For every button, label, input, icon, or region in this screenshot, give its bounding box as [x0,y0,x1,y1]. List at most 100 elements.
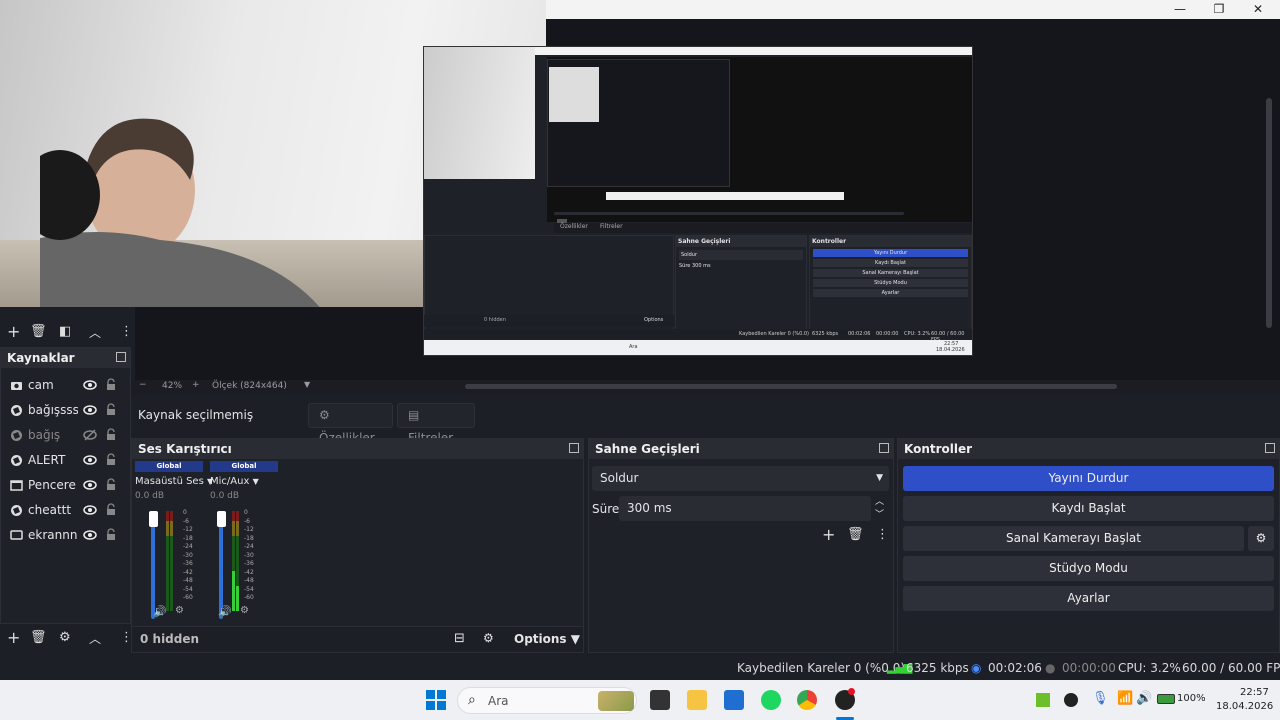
hidden-count: 0 hidden [140,632,200,646]
undock-icon[interactable] [569,443,579,453]
eye-icon[interactable] [83,504,97,516]
eye-icon[interactable] [83,404,97,416]
minimize-button[interactable]: — [1161,0,1199,19]
taskview-icon[interactable] [650,690,670,710]
lock-icon[interactable] [106,453,116,466]
volume-knob[interactable] [217,511,226,527]
eye-hidden-icon[interactable] [83,429,97,441]
close-button[interactable]: ✕ [1239,0,1277,19]
scenes-toolbar: + 🗑 ◧ ︿ ⋮ [0,320,133,345]
undock-icon[interactable] [116,352,126,362]
file-explorer-icon[interactable] [687,690,707,710]
volume-knob[interactable] [149,511,158,527]
undock-icon[interactable] [879,443,889,453]
obs-tray-icon[interactable] [1064,693,1078,707]
zoom-in-button[interactable]: + [192,380,200,390]
properties-button[interactable]: ⚙ Özellikler [308,403,393,445]
source-label: cheattt [28,503,72,517]
source-item-bagis2[interactable]: bağış [1,423,132,448]
channel-db: 0.0 dB [135,491,165,501]
lock-icon[interactable] [106,378,116,391]
lock-icon[interactable] [106,428,116,441]
sources-dock: Kaynaklar cam bağışsssss bağış ALERT Pen… [0,347,131,624]
eye-icon[interactable] [83,479,97,491]
spin-up-icon[interactable]: ︿ [875,494,884,507]
zoom-percent: 42% [162,381,183,391]
battery-icon[interactable] [1157,694,1175,704]
speaker-icon[interactable]: 🔊 [153,605,167,618]
remove-scene-icon[interactable]: 🗑 [30,324,47,340]
mixer-options-button[interactable]: Options ▼ [514,632,580,646]
clock-date[interactable]: 18.04.2026 [1216,701,1273,712]
stop-stream-button[interactable]: Yayını Durdur [903,466,1274,491]
source-item-cheattt[interactable]: cheattt [1,498,132,523]
lock-icon[interactable] [106,403,116,416]
windows-start-icon[interactable] [426,690,446,710]
source-item-bagis1[interactable]: bağışsssss [1,398,132,423]
spin-down-icon[interactable]: ﹀ [875,507,884,520]
scale-dropdown-icon[interactable]: ▼ [304,380,310,389]
volume-slider[interactable] [151,519,155,619]
clock-time[interactable]: 22:57 [1240,687,1269,698]
speaker-icon[interactable]: 🔊 [218,605,232,618]
nvidia-icon[interactable] [1036,693,1050,707]
lock-icon[interactable] [106,528,116,541]
channel-settings-icon[interactable]: ⚙ [175,605,184,616]
channel-db: 0.0 dB [210,491,240,501]
taskbar-search[interactable]: ⌕ Ara [457,687,637,714]
channel-global: Global [210,461,278,472]
source-item-alert[interactable]: ALERT [1,448,132,473]
transition-more-icon[interactable]: ⋮ [876,527,889,543]
virtualcam-settings-button[interactable]: ⚙ [1248,526,1274,551]
preview-hscroll[interactable] [465,384,1117,389]
monitor-icon [10,530,23,540]
eye-icon[interactable] [83,454,97,466]
move-up-icon[interactable]: ︿ [89,325,101,341]
wifi-icon[interactable]: 📶 [1117,691,1133,706]
mixer-advanced-icon[interactable]: ⚙ [483,631,494,645]
remove-transition-icon[interactable]: 🗑 [847,527,864,543]
meter-scale: 0 -6 -12 -18 -24 -30 -36 -42 -48 -54 -60 [183,509,193,601]
eye-icon[interactable] [83,529,97,541]
nested-ctrl-3: Stüdyo Modu [813,279,968,287]
channel-name[interactable]: Mic/Aux ▼ [210,476,278,487]
remove-source-icon[interactable]: 🗑 [30,630,47,646]
microphone-icon[interactable]: 🎙 [1092,691,1109,706]
filters-button[interactable]: ▤ Filtreler [397,403,475,445]
studio-mode-button[interactable]: Stüdyo Modu [903,556,1274,581]
transition-select[interactable]: Soldur ▼ [592,466,889,491]
more-icon[interactable]: ⋮ [120,324,133,340]
source-settings-icon[interactable]: ⚙ [59,630,71,646]
preview-vscroll[interactable] [1266,98,1272,328]
stream-icon: ◉ [971,661,982,675]
settings-button[interactable]: Ayarlar [903,586,1274,611]
scene-filters-icon[interactable]: ◧ [59,324,71,340]
add-source-icon[interactable]: + [7,630,20,646]
maximize-button[interactable]: ❐ [1200,0,1238,19]
channel-settings-icon[interactable]: ⚙ [240,605,249,616]
zoom-out-button[interactable]: − [139,380,147,390]
undock-icon[interactable] [1265,443,1275,453]
source-up-icon[interactable]: ︿ [89,631,101,647]
volume-slider[interactable] [219,519,223,619]
store-icon[interactable] [724,690,744,710]
add-transition-icon[interactable]: + [822,527,835,543]
add-scene-icon[interactable]: + [7,324,20,340]
duration-input[interactable]: 300 ms [619,496,871,521]
nested-hidden: 0 hidden [484,317,506,323]
source-item-cam[interactable]: cam [1,373,132,398]
lock-icon[interactable] [106,503,116,516]
duration-label: Süre [592,502,620,516]
start-record-button[interactable]: Kaydı Başlat [903,496,1274,521]
lock-icon[interactable] [106,478,116,491]
start-virtualcam-button[interactable]: Sanal Kamerayı Başlat [903,526,1244,551]
eye-icon[interactable] [83,379,97,391]
stream-time: 00:02:06 [988,661,1042,675]
chrome-icon[interactable] [797,690,817,710]
volume-icon[interactable]: 🔊 [1136,691,1152,706]
channel-name[interactable]: Masaüstü Ses ▼ [135,476,213,487]
spotify-icon[interactable] [761,690,781,710]
source-item-window[interactable]: Pencere Y [1,473,132,498]
mixer-layout-icon[interactable]: ⊟ [454,631,465,646]
source-item-ekran[interactable]: ekrannnn [1,523,132,548]
